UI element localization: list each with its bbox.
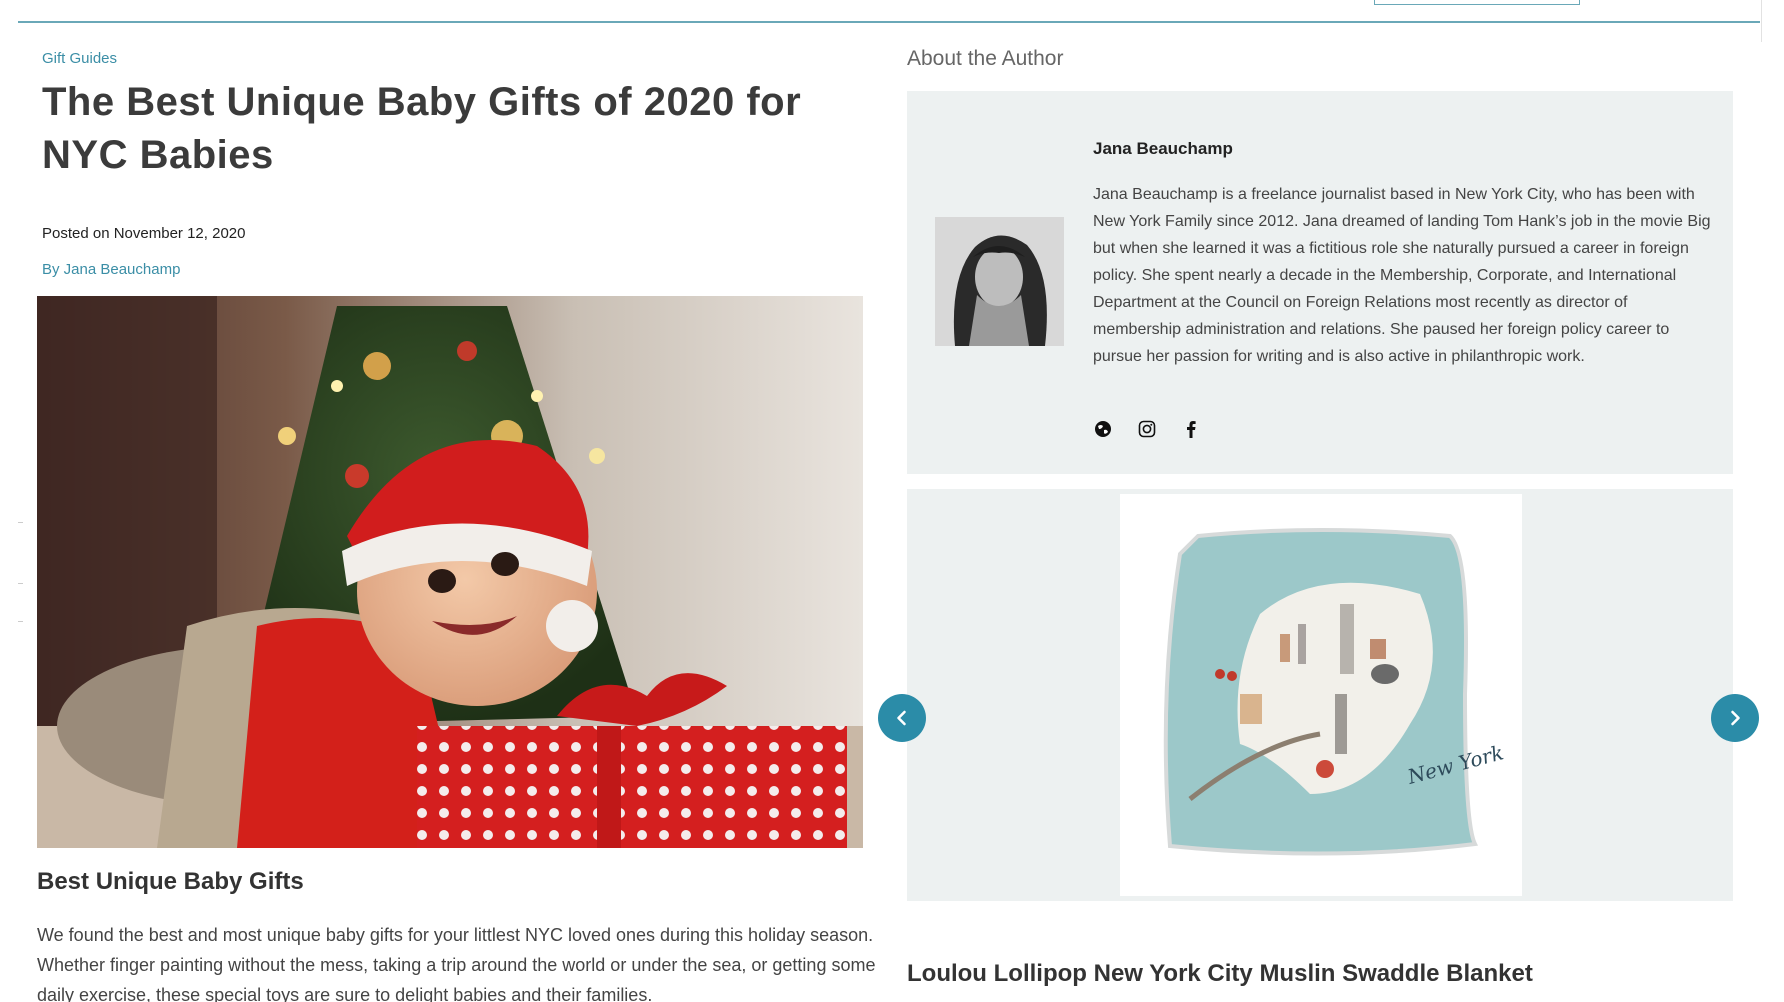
author-photo bbox=[935, 217, 1064, 346]
top-navigation-bar bbox=[18, 0, 1760, 23]
post-date: Posted on November 12, 2020 bbox=[42, 225, 246, 242]
header-search-box[interactable] bbox=[1374, 0, 1580, 5]
divider bbox=[18, 522, 23, 523]
product-title: Loulou Lollipop New York City Muslin Swa… bbox=[907, 960, 1533, 987]
carousel-next-button[interactable] bbox=[1711, 694, 1759, 742]
author-card: Jana Beauchamp Jana Beauchamp is a freel… bbox=[907, 91, 1733, 474]
baby-christmas-photo bbox=[37, 296, 863, 848]
divider bbox=[18, 583, 23, 584]
hero-image bbox=[37, 296, 863, 848]
divider bbox=[18, 621, 23, 622]
author-name: Jana Beauchamp bbox=[1093, 139, 1233, 158]
author-byline-link[interactable]: By Jana Beauchamp bbox=[42, 261, 180, 278]
category-link[interactable]: Gift Guides bbox=[42, 50, 117, 67]
carousel-prev-button[interactable] bbox=[878, 694, 926, 742]
divider bbox=[1761, 0, 1762, 42]
globe-icon[interactable] bbox=[1093, 419, 1113, 439]
chevron-left-icon bbox=[897, 710, 906, 726]
author-bio: Jana Beauchamp is a freelance journalist… bbox=[1093, 186, 1711, 365]
product-carousel: New York bbox=[907, 489, 1733, 901]
instagram-icon[interactable] bbox=[1137, 419, 1157, 439]
chevron-right-icon bbox=[1731, 710, 1740, 726]
about-author-heading: About the Author bbox=[907, 47, 1064, 70]
facebook-icon[interactable] bbox=[1181, 419, 1201, 439]
article-intro-text: We found the best and most unique baby g… bbox=[37, 925, 876, 1002]
social-links bbox=[1093, 419, 1201, 439]
product-image: New York bbox=[1120, 494, 1522, 896]
section-heading: Best Unique Baby Gifts bbox=[37, 868, 304, 895]
article-title: The Best Unique Baby Gifts of 2020 for N… bbox=[42, 80, 802, 177]
